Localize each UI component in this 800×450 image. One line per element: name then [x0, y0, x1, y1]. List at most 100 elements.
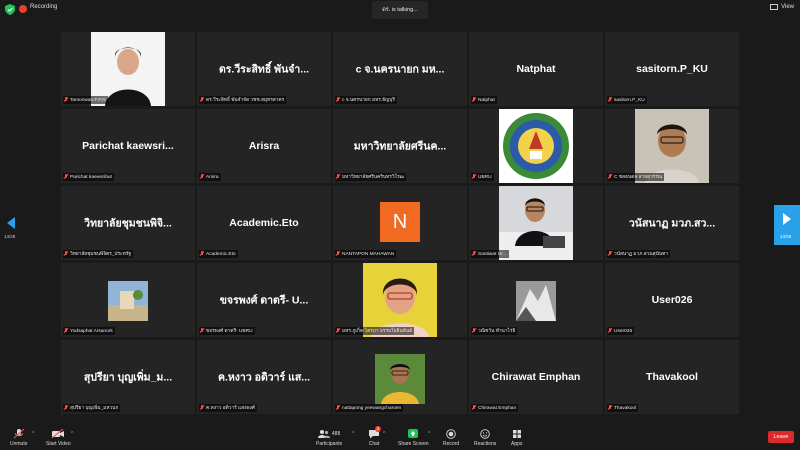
- participant-tile[interactable]: Thavakool Thavakool: [605, 340, 739, 414]
- participant-tile[interactable]: วนัสนาฏ มวภ.สว... วนัสนาฏ มวภ.สวนสุนันทา: [605, 186, 739, 260]
- participant-tile[interactable]: Academic.Eto Academic.Eto: [197, 186, 331, 260]
- mic-off-icon: [64, 174, 68, 180]
- participant-tile[interactable]: sasitorn.P_KU sasitorn.P_KU: [605, 32, 739, 106]
- participant-tile[interactable]: Santiwat Ur...: [469, 186, 603, 260]
- view-button[interactable]: View: [770, 4, 794, 10]
- participant-tile[interactable]: N NANTAPON MAHAWAN: [333, 186, 467, 260]
- mic-off-icon: [336, 328, 340, 334]
- record-button[interactable]: Record: [443, 429, 459, 447]
- participant-label-text: มหร.ภูเก็ต-ไตรภา ธรรมโยธินพันธ์: [342, 329, 413, 334]
- participant-label: ขจรพงศ์ ดาตรี- UBRU: [199, 327, 255, 335]
- participant-label: วนัสนาฏ มวภ.สวนสุนันทา: [607, 250, 671, 258]
- participant-video: [516, 281, 556, 321]
- participant-tile[interactable]: User026 User026: [605, 263, 739, 337]
- participant-label-text: วนัสนาฏ มวภ.สวนสุนันทา: [614, 252, 669, 257]
- page-indicator-right: 14/28: [780, 234, 792, 239]
- apps-label: Apps: [511, 441, 523, 447]
- chat-button[interactable]: 3 Chat: [368, 426, 381, 447]
- participant-tile[interactable]: C ชลธนดล สายสุวรรณ: [605, 109, 739, 183]
- leave-label: Leave: [773, 434, 789, 440]
- smiley-icon: [480, 429, 490, 439]
- talking-indicator: ดร. is talking...: [372, 1, 428, 19]
- reactions-button[interactable]: Reactions: [474, 429, 496, 447]
- mic-off-icon: [472, 97, 476, 103]
- next-page-button[interactable]: 14/28: [774, 205, 800, 245]
- participant-tile[interactable]: ค.หงาว อดิวาร์ แส... ค.หงาว อดิวาร์ แสงพ…: [197, 340, 331, 414]
- participant-label-text: ดร.วีระสิทธิ์ พันจําจัด วชช.สมุทรสาคร: [206, 98, 285, 103]
- mic-off-icon: [64, 405, 68, 411]
- participant-tile[interactable]: วิทยาลัยชุมชนพิจิ... วิทยาลัยชุมชนพิจิตร…: [61, 186, 195, 260]
- people-icon: [317, 430, 330, 438]
- microphone-muted-icon: [13, 429, 25, 439]
- participant-label: สุปรียา บุญเพิ่ม_มหวนก: [63, 404, 121, 412]
- participant-tile[interactable]: Tamonwan.F.P.N: [61, 32, 195, 106]
- participant-name: User026: [651, 294, 693, 306]
- participant-tile[interactable]: Chirawat Emphan Chirawat Emphan: [469, 340, 603, 414]
- share-screen-button[interactable]: Share Screen: [398, 429, 429, 447]
- participant-label: c จ.นครนายก มหร.ธัญบุรี: [335, 96, 397, 104]
- participant-tile[interactable]: วณิชวัน ทํานาไร่ธิ: [469, 263, 603, 337]
- participant-tile[interactable]: สุปรียา บุญเพิ่ม_ม... สุปรียา บุญเพิ่ม_ม…: [61, 340, 195, 414]
- leave-button[interactable]: Leave: [768, 431, 794, 443]
- participant-tile[interactable]: Arisra Arisra: [197, 109, 331, 183]
- start-video-button[interactable]: Start Video: [46, 429, 71, 447]
- participant-label: Santiwat Ur...: [471, 250, 509, 258]
- participant-label-text: Tamonwan.F.P.N: [70, 97, 106, 103]
- participant-tile[interactable]: nattapong yeewangcharoen: [333, 340, 467, 414]
- participant-label-text: Parichat kaewsribut: [70, 174, 112, 180]
- participant-label-text: c จ.นครนายก มหร.ธัญบุรี: [342, 98, 395, 103]
- mic-off-icon: [336, 97, 340, 103]
- caret-up-icon[interactable]: ^: [352, 431, 354, 437]
- participant-label: มหร.ภูเก็ต-ไตรภา ธรรมโยธินพันธ์: [335, 327, 415, 335]
- caret-up-icon[interactable]: ^: [32, 431, 34, 437]
- mic-off-icon: [64, 251, 68, 257]
- mic-off-icon: [608, 97, 612, 103]
- avatar-letter: N: [392, 210, 408, 233]
- reactions-label: Reactions: [474, 441, 497, 447]
- participant-tile[interactable]: ดร.วีระสิทธิ์ พันจํา... ดร.วีระสิทธิ์ พั…: [197, 32, 331, 106]
- participant-name: c จ.นครนายก มห...: [355, 63, 445, 76]
- record-icon: [446, 429, 456, 439]
- participant-label-text: Academic.Eto: [206, 251, 236, 257]
- participant-label-text: NANTAPON MAHAWAN: [342, 251, 395, 257]
- previous-page-button[interactable]: 14/28: [0, 205, 22, 245]
- mic-off-icon: [336, 251, 340, 257]
- mic-off-icon: [200, 405, 204, 411]
- participant-tile[interactable]: ขจรพงศ์ ดาตรี- U... ขจรพงศ์ ดาตรี- UBRU: [197, 263, 331, 337]
- participants-button[interactable]: 488 Participants: [316, 429, 342, 447]
- chat-badge: 3: [375, 426, 381, 432]
- mic-off-icon: [200, 174, 204, 180]
- mic-off-icon: [608, 174, 612, 180]
- caret-up-icon[interactable]: ^: [428, 431, 430, 437]
- participant-tile[interactable]: มหาวิทยาลัยศรีนค... มหาวิทยาลัยศรีนครินท…: [333, 109, 467, 183]
- unmute-button[interactable]: Unmute: [10, 429, 28, 447]
- participant-name: ค.หงาว อดิวาร์ แส...: [217, 371, 311, 384]
- participant-tile[interactable]: Parichat kaewsri... Parichat kaewsribut: [61, 109, 195, 183]
- caret-up-icon[interactable]: ^: [71, 431, 73, 437]
- participant-label-text: วณิชวัน ทํานาไร่ธิ: [478, 329, 516, 334]
- record-label: Record: [443, 441, 460, 447]
- apps-button[interactable]: Apps: [511, 429, 522, 447]
- participant-tile[interactable]: c จ.นครนายก มห... c จ.นครนายก มหร.ธัญบุร…: [333, 32, 467, 106]
- mic-off-icon: [200, 328, 204, 334]
- participant-label: Natphat: [471, 96, 497, 104]
- page-indicator-left: 14/28: [4, 234, 16, 239]
- participant-name: ดร.วีระสิทธิ์ พันจํา...: [218, 63, 310, 76]
- participant-label-text: C ชลธนดล สายสุวรรณ: [614, 175, 663, 180]
- participant-tile[interactable]: UBRU: [469, 109, 603, 183]
- participant-label-text: สุปรียา บุญเพิ่ม_มหวนก: [70, 406, 119, 411]
- participant-video: [635, 109, 709, 183]
- participant-label: มหาวิทยาลัยศรีนครินทรวิโรฒ: [335, 173, 407, 181]
- participant-label-text: มหาวิทยาลัยศรีนครินทรวิโรฒ: [342, 175, 405, 180]
- participant-label: Yodsaphat Arsanork: [63, 327, 115, 335]
- participant-tile[interactable]: Yodsaphat Arsanork: [61, 263, 195, 337]
- participant-tile[interactable]: มหร.ภูเก็ต-ไตรภา ธรรมโยธินพันธ์: [333, 263, 467, 337]
- chat-icon-wrap: 3: [368, 426, 381, 439]
- participant-tile[interactable]: Natphat Natphat: [469, 32, 603, 106]
- shield-icon[interactable]: [5, 4, 15, 15]
- participant-name: Academic.Eto: [229, 217, 299, 229]
- caret-up-icon[interactable]: ^: [383, 431, 385, 437]
- participant-label: Arisra: [199, 173, 221, 181]
- mic-off-icon: [64, 328, 68, 334]
- participants-icon-group: 488: [317, 429, 340, 439]
